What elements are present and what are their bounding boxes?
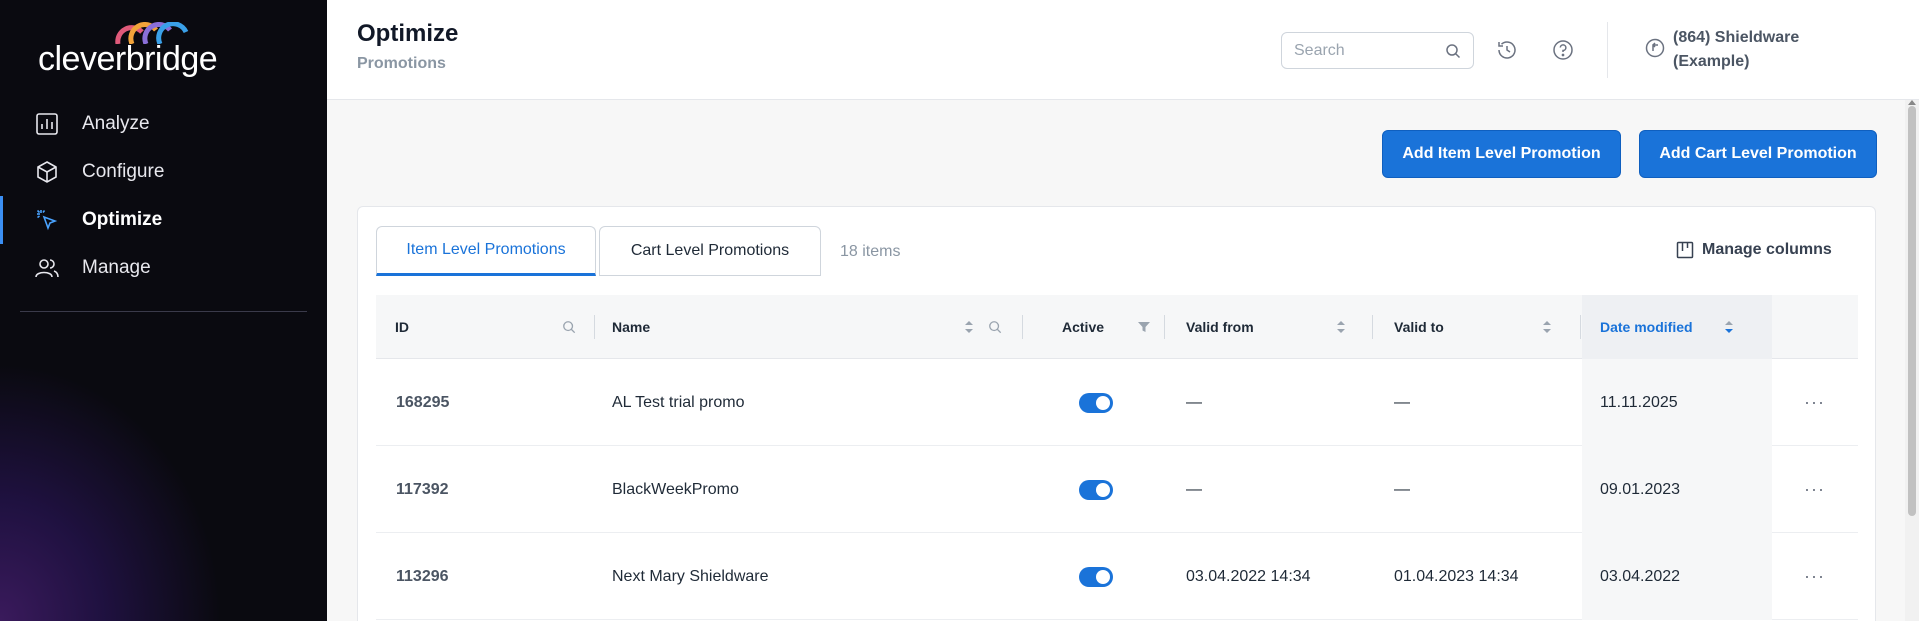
active-toggle[interactable] (1079, 392, 1113, 413)
sidebar-item-configure[interactable]: Configure (0, 148, 327, 196)
column-header-active[interactable]: Active (1062, 295, 1104, 359)
column-divider (1580, 315, 1581, 339)
date-modified: 11.11.2025 (1600, 393, 1678, 411)
name-search-icon[interactable] (988, 295, 1004, 359)
columns-icon (1676, 241, 1694, 259)
sidebar-item-label: Configure (82, 161, 165, 182)
promotion-name: BlackWeekPromo (612, 480, 739, 498)
sort-icon[interactable] (964, 295, 976, 359)
sidebar-divider (20, 311, 307, 312)
breadcrumb: Promotions (357, 55, 446, 72)
more-actions-icon[interactable]: ··· (1804, 392, 1825, 413)
column-header-date-modified[interactable]: Date modified (1600, 295, 1693, 359)
scrollbar-thumb[interactable] (1908, 106, 1916, 516)
sidebar-nav: Analyze Configure Optimize Manage (0, 100, 327, 292)
column-divider (594, 315, 595, 339)
sort-desc-icon[interactable] (1724, 295, 1736, 359)
items-count: 18 items (840, 243, 901, 260)
manage-columns-label: Manage columns (1702, 241, 1832, 258)
sidebar-item-optimize[interactable]: Optimize (0, 196, 327, 244)
promotion-id[interactable]: 113296 (396, 533, 449, 620)
add-item-promotion-button[interactable]: Add Item Level Promotion (1382, 130, 1621, 178)
search-box[interactable] (1281, 32, 1474, 69)
page-title: Optimize (357, 20, 459, 47)
id-search-icon[interactable] (562, 295, 578, 359)
date-modified: 03.04.2022 (1600, 567, 1681, 585)
sidebar-item-analyze[interactable]: Analyze (0, 100, 327, 148)
chart-icon (34, 111, 60, 137)
manage-columns-button[interactable]: Manage columns (1676, 241, 1832, 259)
column-header-name[interactable]: Name (612, 295, 650, 359)
sidebar: cleverbridge Analyze Configure Optimize … (0, 0, 327, 621)
more-actions-icon[interactable]: ··· (1804, 566, 1825, 587)
tab-cart-level[interactable]: Cart Level Promotions (599, 226, 821, 276)
logo-text: cleverbridge (38, 40, 218, 78)
help-icon[interactable] (1551, 38, 1575, 62)
valid-to: 01.04.2023 14:34 (1394, 567, 1519, 585)
sidebar-item-manage[interactable]: Manage (0, 244, 327, 292)
sort-icon[interactable] (1336, 295, 1348, 359)
search-input[interactable] (1294, 41, 1434, 60)
more-actions-icon[interactable]: ··· (1804, 479, 1825, 500)
filter-icon[interactable] (1138, 295, 1152, 359)
promotion-name: Next Mary Shieldware (612, 567, 769, 585)
sort-icon[interactable] (1542, 295, 1554, 359)
header-divider (1607, 22, 1608, 78)
promotion-id[interactable]: 168295 (396, 359, 449, 446)
promotions-card: Item Level Promotions Cart Level Promoti… (357, 206, 1876, 621)
sidebar-item-label: Optimize (82, 209, 163, 230)
promotion-name: AL Test trial promo (612, 393, 745, 411)
column-header-id[interactable]: ID (395, 295, 409, 359)
valid-from: 03.04.2022 14:34 (1186, 567, 1311, 585)
valid-from: — (1186, 480, 1202, 498)
page-scrollbar[interactable] (1905, 100, 1919, 621)
cube-icon (34, 159, 60, 185)
column-header-valid-from[interactable]: Valid from (1186, 295, 1254, 359)
table-row[interactable]: 117392 BlackWeekPromo — — 09.01.2023 ··· (376, 446, 1858, 533)
column-header-valid-to[interactable]: Valid to (1394, 295, 1444, 359)
valid-to: — (1394, 480, 1410, 498)
active-toggle[interactable] (1079, 566, 1113, 587)
users-icon (34, 255, 60, 281)
tab-item-level[interactable]: Item Level Promotions (376, 226, 596, 276)
add-cart-promotion-button[interactable]: Add Cart Level Promotion (1639, 130, 1877, 178)
column-divider (1372, 315, 1373, 339)
cursor-click-icon (34, 207, 60, 233)
promotion-id[interactable]: 117392 (396, 446, 449, 533)
page-header: Optimize Promotions (864) Shieldware (Ex… (327, 0, 1919, 100)
valid-from: — (1186, 393, 1202, 411)
table-header: ID Name Active Valid from Valid to Date … (376, 295, 1858, 359)
search-icon[interactable] (1445, 43, 1461, 59)
sidebar-item-label: Analyze (82, 113, 150, 134)
sidebar-item-label: Manage (82, 257, 151, 278)
column-divider (1164, 315, 1165, 339)
promotions-table: ID Name Active Valid from Valid to Date … (376, 295, 1858, 620)
date-modified: 09.01.2023 (1600, 480, 1681, 498)
history-icon[interactable] (1495, 38, 1519, 62)
column-divider (1022, 315, 1023, 339)
account-switcher[interactable]: (864) Shieldware (Example) (1645, 26, 1833, 74)
switch-account-icon (1645, 38, 1665, 63)
account-name: (864) Shieldware (Example) (1673, 29, 1800, 70)
table-row[interactable]: 113296 Next Mary Shieldware 03.04.2022 1… (376, 533, 1858, 620)
active-toggle[interactable] (1079, 479, 1113, 500)
scroll-up-icon[interactable] (1908, 100, 1916, 105)
table-row[interactable]: 168295 AL Test trial promo — — 11.11.202… (376, 359, 1858, 446)
valid-to: — (1394, 393, 1410, 411)
